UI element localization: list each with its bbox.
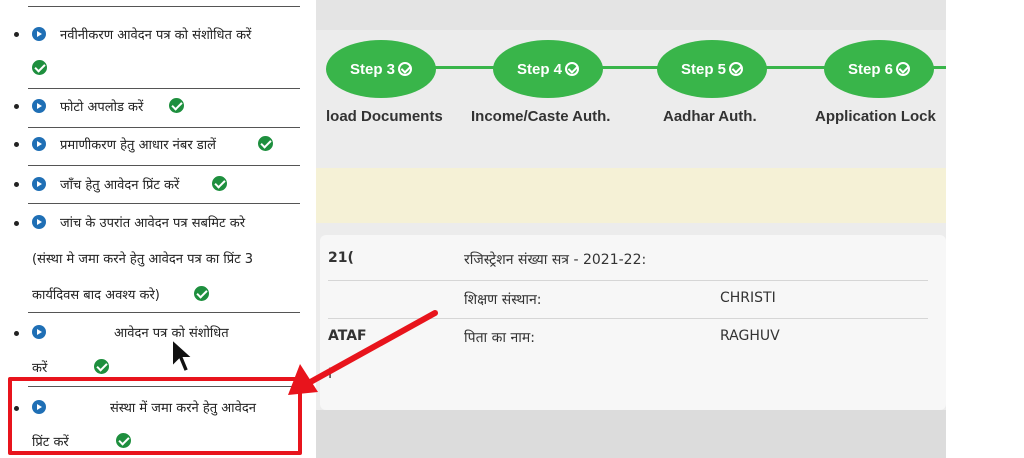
screenshot-stage: Step 3 Step 4 Step 5 Step 6 load Documen…: [0, 0, 1024, 458]
mouse-cursor-icon: [171, 337, 196, 374]
red-pointer-arrow: [288, 310, 438, 395]
